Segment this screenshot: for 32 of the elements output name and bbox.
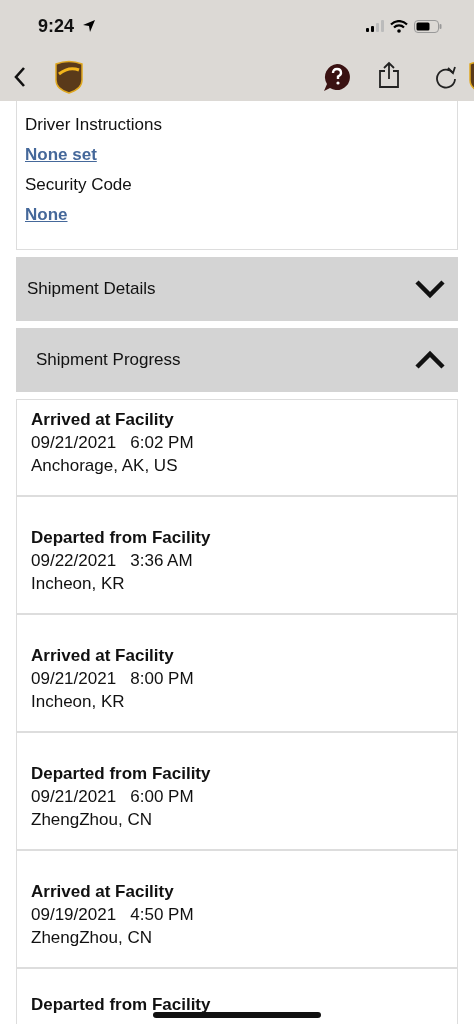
event-location: ZhengZhou, CN (31, 809, 152, 831)
signal-icon (366, 20, 384, 32)
field-label: Driver Instructions (25, 114, 162, 136)
field-label: Security Code (25, 174, 132, 196)
event-date: 09/19/2021 4:50 PM (31, 904, 194, 926)
event-location: Incheon, KR (31, 691, 125, 713)
field-link[interactable]: None (25, 203, 68, 227)
shield-logo-icon (54, 59, 84, 94)
event-status: Arrived at Facility (31, 409, 174, 431)
location-arrow-icon (82, 19, 97, 33)
section-header[interactable]: Shipment Progress (16, 328, 458, 392)
event-location: ZhengZhou, CN (31, 927, 152, 949)
event-status: Arrived at Facility (31, 645, 174, 667)
event-location: Incheon, KR (31, 573, 125, 595)
event-status: Departed from Facility (31, 527, 211, 549)
battery-icon (414, 19, 442, 33)
event-date: 09/21/2021 6:00 PM (31, 786, 194, 808)
field-link[interactable]: None set (25, 143, 97, 167)
status-time: 9:24 (38, 15, 75, 37)
wifi-icon (390, 19, 408, 33)
back-icon[interactable] (14, 66, 26, 87)
event-date: 09/22/2021 3:36 AM (31, 550, 193, 572)
share-icon[interactable] (378, 60, 400, 89)
event-status: Departed from Facility (31, 994, 211, 1016)
event-location: Anchorage, AK, US (31, 455, 178, 477)
refresh-icon[interactable] (434, 64, 458, 89)
event-status: Departed from Facility (31, 763, 211, 785)
event-status: Arrived at Facility (31, 881, 174, 903)
section-header[interactable]: Shipment Details (16, 257, 458, 321)
event-date: 09/21/2021 6:02 PM (31, 432, 194, 454)
event-date: 09/21/2021 8:00 PM (31, 668, 194, 690)
help-icon[interactable] (322, 61, 352, 92)
